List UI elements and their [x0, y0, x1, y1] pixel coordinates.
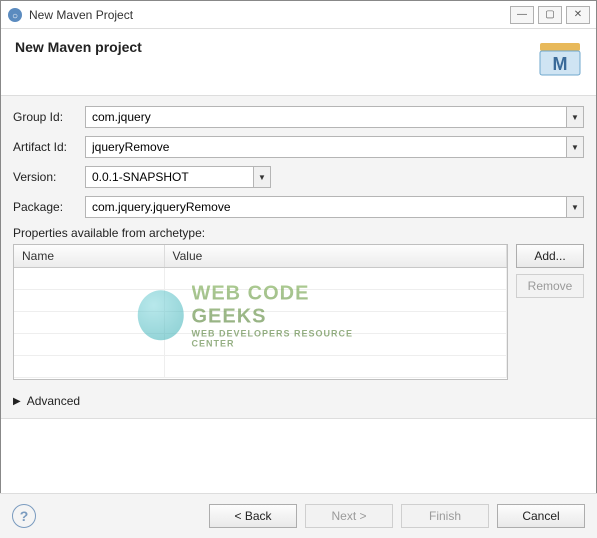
- page-title: New Maven project: [15, 39, 142, 55]
- dropdown-caret-icon[interactable]: ▼: [566, 196, 584, 218]
- column-header-name[interactable]: Name: [14, 245, 164, 268]
- properties-label: Properties available from archetype:: [13, 226, 584, 240]
- next-button[interactable]: Next >: [305, 504, 393, 528]
- cancel-button[interactable]: Cancel: [497, 504, 585, 528]
- help-icon[interactable]: ?: [12, 504, 36, 528]
- table-row[interactable]: [14, 356, 507, 378]
- add-button[interactable]: Add...: [516, 244, 584, 268]
- maven-icon: M: [538, 39, 582, 79]
- artifact-id-input[interactable]: [85, 136, 566, 158]
- table-row[interactable]: [14, 334, 507, 356]
- artifact-id-label: Artifact Id:: [13, 140, 85, 154]
- window-title: New Maven Project: [29, 8, 510, 22]
- window-icon: ○: [7, 7, 23, 23]
- chevron-right-icon: ▶: [13, 396, 21, 407]
- column-header-value[interactable]: Value: [164, 245, 507, 268]
- dropdown-caret-icon[interactable]: ▼: [566, 106, 584, 128]
- advanced-toggle[interactable]: ▶ Advanced: [13, 394, 584, 408]
- maximize-button[interactable]: ▢: [538, 6, 562, 24]
- table-row[interactable]: [14, 290, 507, 312]
- advanced-label: Advanced: [27, 394, 80, 408]
- table-row[interactable]: [14, 268, 507, 290]
- dropdown-caret-icon[interactable]: ▼: [566, 136, 584, 158]
- package-input[interactable]: [85, 196, 566, 218]
- dropdown-caret-icon[interactable]: ▼: [253, 166, 271, 188]
- table-row[interactable]: [14, 312, 507, 334]
- package-label: Package:: [13, 200, 85, 214]
- group-id-label: Group Id:: [13, 110, 85, 124]
- version-label: Version:: [13, 170, 85, 184]
- back-button[interactable]: < Back: [209, 504, 297, 528]
- form-area: Group Id: ▼ Artifact Id: ▼ Version: ▼ Pa…: [1, 95, 596, 419]
- svg-text:M: M: [553, 54, 568, 74]
- minimize-button[interactable]: —: [510, 6, 534, 24]
- finish-button[interactable]: Finish: [401, 504, 489, 528]
- version-input[interactable]: [85, 166, 253, 188]
- dialog-header: New Maven project M: [1, 29, 596, 95]
- group-id-input[interactable]: [85, 106, 566, 128]
- remove-button[interactable]: Remove: [516, 274, 584, 298]
- properties-table[interactable]: Name Value WEB CODE GEEKS WEB DEVELOPERS…: [13, 244, 508, 380]
- close-button[interactable]: ✕: [566, 6, 590, 24]
- dialog-footer: ? < Back Next > Finish Cancel: [0, 493, 597, 538]
- titlebar: ○ New Maven Project — ▢ ✕: [1, 1, 596, 29]
- svg-text:○: ○: [12, 11, 18, 22]
